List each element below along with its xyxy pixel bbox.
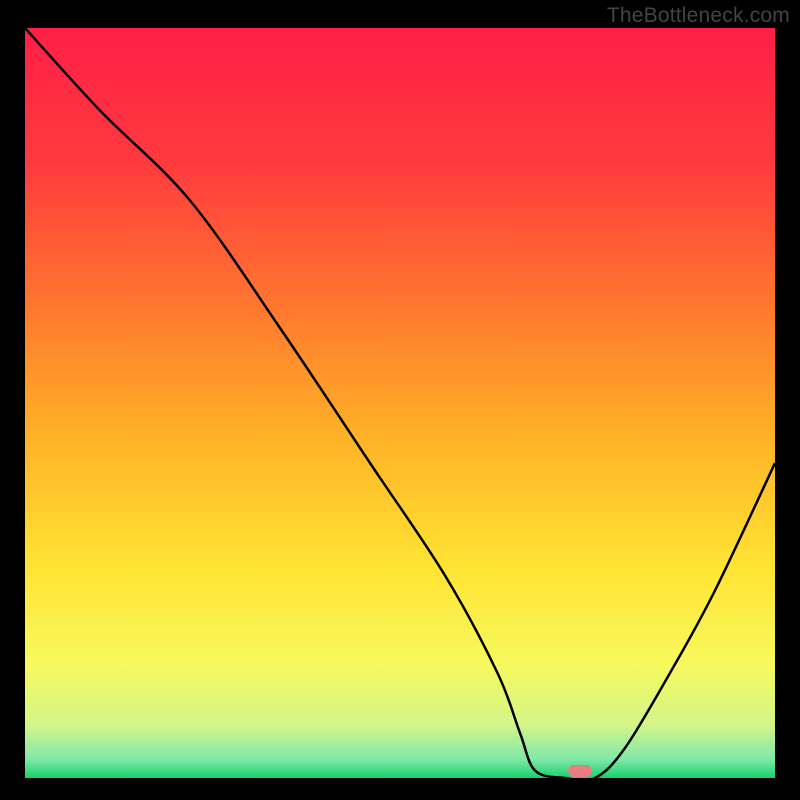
bottleneck-curve	[25, 28, 775, 778]
plot-area	[25, 28, 775, 778]
optimum-marker	[568, 765, 592, 777]
chart-container: TheBottleneck.com	[0, 0, 800, 800]
curve-line	[25, 28, 775, 778]
watermark-text: TheBottleneck.com	[607, 4, 790, 28]
